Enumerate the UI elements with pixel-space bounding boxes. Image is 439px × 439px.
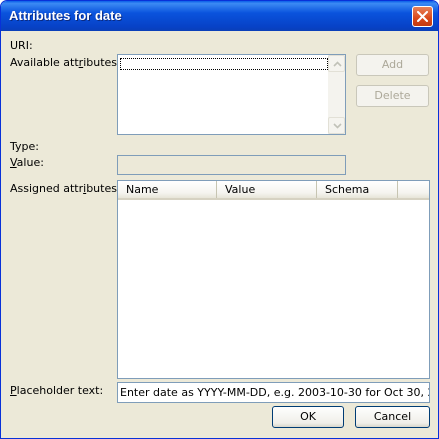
chevron-down-icon bbox=[333, 123, 342, 129]
type-label: Type: bbox=[10, 140, 39, 153]
assigned-attributes-table[interactable]: Name Value Schema bbox=[117, 180, 430, 379]
vertical-scrollbar[interactable] bbox=[328, 55, 345, 134]
scroll-up-button[interactable] bbox=[328, 55, 345, 72]
column-header-value[interactable]: Value bbox=[217, 181, 317, 198]
placeholder-label: Placeholder text: bbox=[10, 384, 104, 397]
column-header-schema[interactable]: Schema bbox=[317, 181, 398, 198]
assigned-attributes-label: Assigned attributes: bbox=[10, 182, 121, 195]
available-attributes-label: Available attributes: bbox=[10, 56, 121, 69]
list-focus-row[interactable] bbox=[120, 58, 328, 70]
cancel-button[interactable]: Cancel bbox=[355, 406, 430, 428]
table-header: Name Value Schema bbox=[118, 181, 429, 200]
title-bar[interactable]: Attributes for date bbox=[1, 1, 438, 31]
close-icon bbox=[417, 11, 428, 22]
scroll-down-button[interactable] bbox=[328, 117, 345, 134]
ok-button[interactable]: OK bbox=[272, 406, 344, 428]
chevron-up-icon bbox=[333, 61, 342, 67]
add-button[interactable]: Add bbox=[356, 54, 429, 76]
placeholder-text-input[interactable]: Enter date as YYYY-MM-DD, e.g. 2003-10-3… bbox=[117, 382, 430, 403]
delete-button[interactable]: Delete bbox=[356, 85, 429, 107]
close-button[interactable] bbox=[412, 6, 433, 27]
value-label: Value: bbox=[10, 156, 44, 169]
uri-label: URI: bbox=[10, 39, 33, 52]
value-field[interactable] bbox=[117, 155, 346, 175]
available-attributes-list[interactable] bbox=[117, 54, 346, 135]
dialog-window: Attributes for date URI: Available attri… bbox=[0, 0, 439, 439]
window-title: Attributes for date bbox=[9, 8, 122, 23]
column-header-name[interactable]: Name bbox=[118, 181, 217, 198]
